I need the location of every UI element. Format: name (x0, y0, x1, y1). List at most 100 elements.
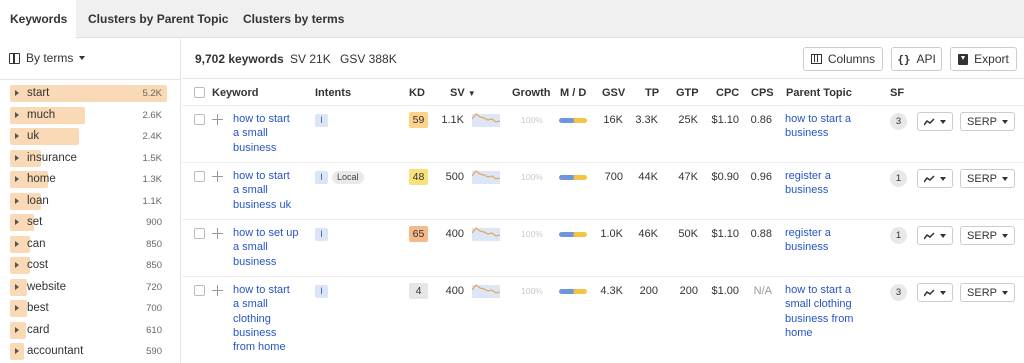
sort-down-icon: ▼ (467, 89, 476, 98)
gsv-value: 1.0K (600, 228, 623, 240)
term-item[interactable]: can 850 (10, 235, 170, 254)
term-item[interactable]: accountant 590 (10, 342, 170, 361)
header-sf[interactable]: SF (890, 87, 904, 99)
columns-icon (810, 54, 822, 64)
chevron-down-icon (1001, 290, 1008, 295)
chevron-down-icon (940, 176, 946, 181)
term-item[interactable]: much 2.6K (10, 106, 170, 125)
tab-clusters-parent-topic[interactable]: Clusters by Parent Topic (88, 0, 228, 38)
trend-dropdown[interactable] (917, 112, 953, 131)
term-count: 5.2K (142, 88, 162, 99)
sv-value: 400 (445, 228, 464, 240)
by-terms-dropdown[interactable]: By terms (9, 51, 86, 65)
header-gtp[interactable]: GTP (676, 87, 699, 99)
parent-topic-line: how to start a (785, 284, 852, 296)
term-item[interactable]: start 5.2K (10, 84, 170, 103)
header-md[interactable]: M / D (560, 87, 586, 99)
trend-dropdown[interactable] (917, 226, 953, 245)
keyword-link[interactable]: how to start a small business (233, 112, 305, 155)
chevron-down-icon (79, 56, 86, 60)
gtp-value: 50K (678, 228, 698, 240)
plus-icon[interactable] (212, 228, 223, 239)
serp-dropdown[interactable]: SERP (960, 283, 1015, 302)
parent-topic-link[interactable]: register a business (785, 226, 865, 255)
row-checkbox[interactable] (194, 228, 205, 239)
parent-topic-line: business from (785, 312, 854, 325)
total-sv: SV 21K (290, 52, 331, 66)
term-item[interactable]: cost 850 (10, 256, 170, 275)
serp-features-count[interactable]: 1 (890, 170, 907, 187)
keyword-link[interactable]: how to set up a small business (233, 226, 305, 269)
serp-features-count[interactable]: 1 (890, 227, 907, 244)
keyword-line: business (233, 326, 277, 339)
term-item[interactable]: best 700 (10, 299, 170, 318)
keyword-link[interactable]: how to start a small business uk (233, 169, 305, 212)
row-checkbox[interactable] (194, 171, 205, 182)
by-terms-label: By terms (26, 51, 74, 65)
parent-topic-link[interactable]: how to start a small clothing business fro… (785, 283, 865, 340)
term-item[interactable]: set 900 (10, 213, 170, 232)
tab-keywords[interactable]: Keywords (0, 0, 76, 39)
term-item[interactable]: insurance 1.5K (10, 149, 170, 168)
keyword-line: business uk (233, 198, 292, 211)
term-item[interactable]: website 720 (10, 278, 170, 297)
divider (182, 219, 1024, 220)
term-label: loan (27, 194, 49, 207)
intent-badge: I (315, 171, 328, 184)
plus-icon[interactable] (212, 114, 223, 125)
trend-dropdown[interactable] (917, 283, 953, 302)
header-growth[interactable]: Growth (512, 87, 551, 99)
header-parent-topic[interactable]: Parent Topic (786, 87, 852, 99)
keyword-line: how to start (233, 170, 290, 182)
cpc-value: $1.10 (711, 228, 739, 240)
tab-clusters-terms[interactable]: Clusters by terms (243, 0, 344, 38)
kd-badge: 59 (409, 112, 428, 128)
sv-value: 500 (445, 171, 464, 183)
header-tp[interactable]: TP (645, 87, 659, 99)
term-count: 1.5K (142, 152, 162, 164)
keyword-link[interactable]: how to start a small clothing business from … (233, 283, 305, 354)
serp-features-count[interactable]: 3 (890, 113, 907, 130)
term-count: 2.4K (142, 131, 162, 142)
gsv-value: 4.3K (600, 285, 623, 297)
plus-icon[interactable] (212, 171, 223, 182)
header-cps[interactable]: CPS (751, 87, 774, 99)
parent-topic-link[interactable]: how to start a business (785, 112, 865, 141)
header-gsv[interactable]: GSV (602, 87, 625, 99)
caret-right-icon (15, 240, 19, 247)
serp-features-count[interactable]: 3 (890, 284, 907, 301)
select-all-checkbox[interactable] (194, 87, 205, 98)
serp-dropdown[interactable]: SERP (960, 112, 1015, 131)
term-count: 610 (146, 324, 162, 336)
term-item[interactable]: loan 1.1K (10, 192, 170, 211)
term-count: 2.6K (142, 109, 162, 121)
term-item[interactable]: card 610 (10, 321, 170, 340)
keyword-count: 9,702 keywords (195, 52, 284, 66)
columns-button[interactable]: Columns (803, 47, 883, 71)
chevron-down-icon (940, 119, 946, 124)
term-item[interactable]: uk 2.4K (10, 127, 170, 146)
row-checkbox[interactable] (194, 114, 205, 125)
term-item[interactable]: home 1.3K (10, 170, 170, 189)
header-cpc[interactable]: CPC (716, 87, 739, 99)
header-kd[interactable]: KD (409, 87, 425, 99)
header-keyword[interactable]: Keyword (212, 87, 258, 99)
terms-sidebar: By terms start 5.2K much 2.6K uk 2.4K insuranc… (0, 39, 181, 363)
header-intents[interactable]: Intents (315, 87, 351, 99)
header-sv[interactable]: SV ▼ (450, 87, 476, 99)
plus-icon[interactable] (212, 285, 223, 296)
divider (182, 105, 1024, 106)
total-gsv: GSV 388K (340, 52, 397, 66)
intent-badge: I (315, 285, 328, 298)
parent-topic-link[interactable]: register a business (785, 169, 865, 198)
keyword-line: a small (233, 184, 268, 197)
api-button[interactable]: {} API (891, 47, 942, 71)
export-button[interactable]: Export (950, 47, 1017, 71)
term-label: accountant (27, 345, 84, 357)
row-checkbox[interactable] (194, 285, 205, 296)
caret-right-icon (15, 176, 19, 182)
serp-dropdown[interactable]: SERP (960, 226, 1015, 245)
trend-dropdown[interactable] (917, 169, 953, 188)
serp-dropdown[interactable]: SERP (960, 169, 1015, 188)
chevron-down-icon (1001, 233, 1008, 238)
